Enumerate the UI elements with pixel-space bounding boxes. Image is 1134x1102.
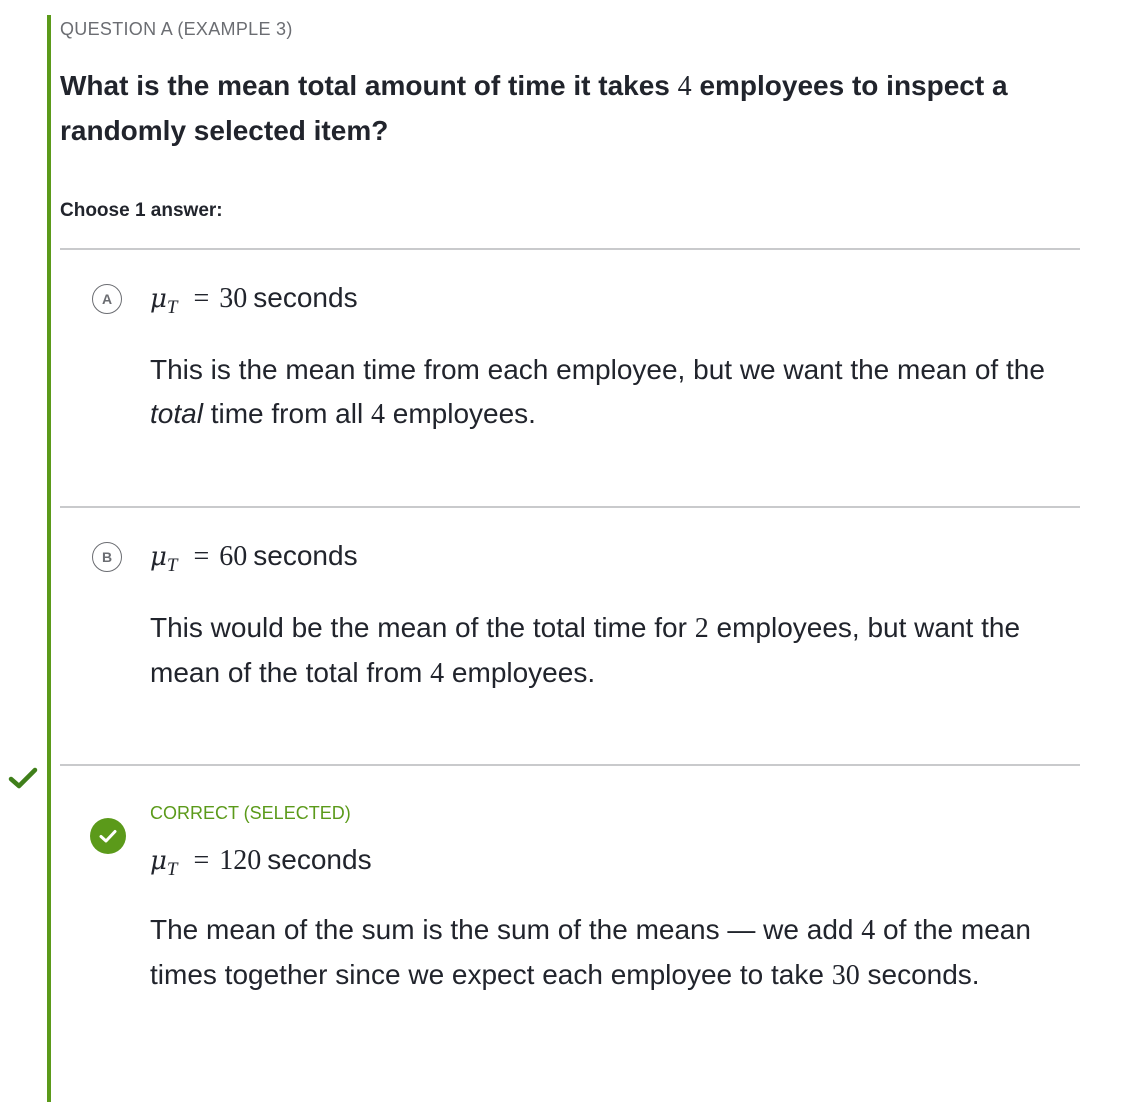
- equals-sign: =: [193, 283, 210, 314]
- question-accent-bar: [47, 15, 51, 1102]
- rationale-text: time from all: [210, 398, 364, 429]
- mu-subscript: T: [166, 859, 178, 880]
- question-text: What is the mean total amount of time it…: [60, 64, 1080, 153]
- mu-subscript: T: [166, 555, 178, 576]
- mu-symbol: μ: [150, 846, 167, 876]
- mu-symbol: μ: [150, 284, 167, 314]
- choice-c-unit: seconds: [267, 844, 372, 875]
- rationale-text: employees.: [451, 657, 596, 688]
- choice-c-formula[interactable]: μT = 120 seconds: [150, 844, 372, 880]
- choice-b-unit: seconds: [253, 540, 358, 571]
- choose-answer-label: Choose 1 answer:: [60, 200, 223, 221]
- equals-sign: =: [193, 845, 210, 876]
- choice-c-rationale: The mean of the sum is the sum of the me…: [150, 908, 1060, 998]
- question-text-start: What is the mean total amount of time it…: [60, 70, 670, 101]
- choice-a-value: 30: [219, 283, 248, 314]
- mu-subscript: T: [166, 297, 178, 318]
- rationale-text: seconds.: [867, 959, 980, 990]
- correct-selected-label: CORRECT (SELECTED): [150, 803, 351, 823]
- choice-b-letter-badge[interactable]: B: [92, 542, 122, 572]
- choice-b-rationale: This would be the mean of the total time…: [150, 606, 1060, 696]
- correct-checkmark-icon: [8, 766, 38, 790]
- rationale-number: 4: [430, 658, 445, 689]
- rationale-text: employees.: [392, 398, 536, 429]
- choice-divider: [60, 506, 1080, 508]
- choice-divider: [60, 248, 1080, 250]
- choice-b-formula[interactable]: μT = 60 seconds: [150, 540, 358, 576]
- choice-b-value: 60: [219, 541, 248, 572]
- choice-divider: [60, 764, 1080, 766]
- choice-c-value: 120: [219, 845, 262, 876]
- choice-c-selected-checkmark-icon[interactable]: [90, 818, 126, 854]
- choice-a-unit: seconds: [253, 282, 358, 313]
- question-count: 4: [677, 71, 692, 102]
- question-label: QUESTION A (EXAMPLE 3): [60, 19, 293, 39]
- rationale-number: 2: [694, 613, 709, 644]
- choice-a-formula[interactable]: μT = 30 seconds: [150, 282, 358, 318]
- choice-a-letter-badge[interactable]: A: [92, 284, 122, 314]
- choice-a-rationale: This is the mean time from each employee…: [150, 348, 1060, 437]
- rationale-text: This is the mean time from each employee…: [150, 354, 1045, 385]
- rationale-emphasis: total: [150, 398, 203, 429]
- mu-symbol: μ: [150, 542, 167, 572]
- rationale-text: This would be the mean of the total time…: [150, 612, 687, 643]
- equals-sign: =: [193, 541, 210, 572]
- rationale-text: The mean of the sum is the sum of the me…: [150, 914, 854, 945]
- rationale-number: 4: [861, 915, 876, 946]
- rationale-number: 30: [831, 960, 860, 991]
- rationale-number: 4: [370, 399, 385, 430]
